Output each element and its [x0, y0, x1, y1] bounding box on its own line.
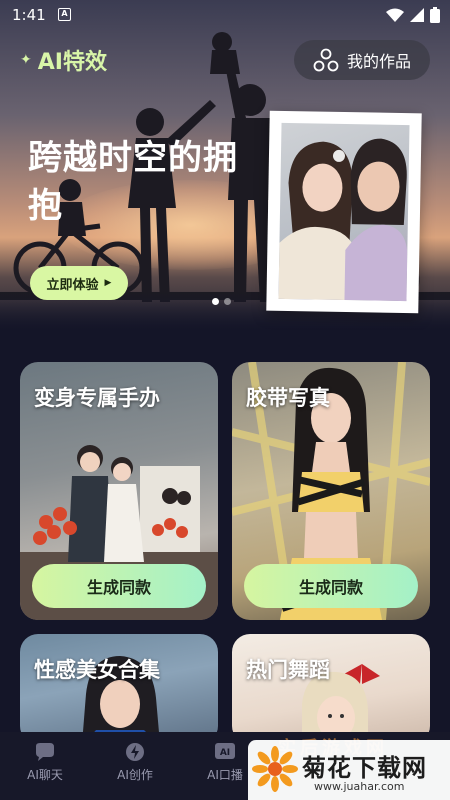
chat-bubble-icon	[36, 743, 54, 761]
carousel-dot[interactable]	[224, 298, 231, 305]
ai-badge-icon: AI	[215, 743, 235, 759]
app-title: ✦ AI特效	[20, 44, 107, 76]
status-time: 1:41	[12, 6, 46, 24]
chrysanthemum-logo-icon	[252, 746, 298, 792]
nav-label: AI口播	[207, 768, 243, 782]
play-triangle-icon: ▶	[104, 278, 112, 288]
polaroid-frame	[266, 110, 422, 314]
signal-icon	[410, 8, 424, 22]
hero-headline: 跨越时空的拥抱	[28, 138, 238, 226]
wifi-icon	[386, 8, 404, 22]
effect-card-tape-photo[interactable]: 胶带写真 生成同款	[232, 362, 430, 620]
card-title: 热门舞蹈	[246, 658, 330, 682]
my-works-label: 我的作品	[346, 52, 411, 71]
card-title: 性感美女合集	[34, 658, 160, 682]
mother-daughter-photo	[278, 122, 410, 302]
generate-same-button[interactable]: 生成同款	[244, 564, 418, 608]
try-now-button[interactable]: 立即体验 ▶	[30, 266, 128, 300]
nav-ai-create[interactable]: AI创作	[100, 742, 170, 783]
app-title-text: AI特效	[37, 50, 107, 75]
notification-icon: A	[58, 8, 71, 21]
effect-card-figurine[interactable]: 变身专属手办 生成同款	[20, 362, 218, 620]
svg-text:AI: AI	[220, 748, 230, 758]
my-works-button[interactable]: 我的作品	[294, 40, 430, 80]
nav-label: AI创作	[117, 768, 153, 782]
woman-portrait-image	[82, 656, 160, 744]
carousel-dot-active	[212, 298, 219, 305]
watermark-title: 菊花下载网	[302, 754, 427, 782]
card-title: 胶带写真	[246, 386, 330, 410]
nav-ai-chat[interactable]: AI聊天	[10, 742, 80, 783]
nodes-icon	[313, 48, 339, 72]
status-bar: 1:41 A	[0, 0, 450, 30]
effect-card-hot-dance[interactable]: 热门舞蹈	[232, 634, 430, 744]
nav-label: AI聊天	[27, 768, 63, 782]
portrait-illustration	[278, 138, 408, 302]
battery-icon	[430, 7, 440, 23]
effect-card-beauty-collection[interactable]: 性感美女合集	[20, 634, 218, 744]
lightning-icon	[126, 743, 144, 761]
carousel-indicator	[212, 298, 231, 305]
card-title: 变身专属手办	[34, 386, 160, 410]
dancer-portrait-image	[302, 664, 380, 744]
site-watermark: 菊花下载网 www.juahar.com	[248, 740, 450, 800]
try-now-label: 立即体验	[46, 277, 99, 293]
sparkle-icon: ✦	[20, 52, 32, 68]
status-icons	[386, 7, 440, 23]
generate-same-button[interactable]: 生成同款	[32, 564, 206, 608]
watermark-url: www.juahar.com	[314, 780, 405, 793]
